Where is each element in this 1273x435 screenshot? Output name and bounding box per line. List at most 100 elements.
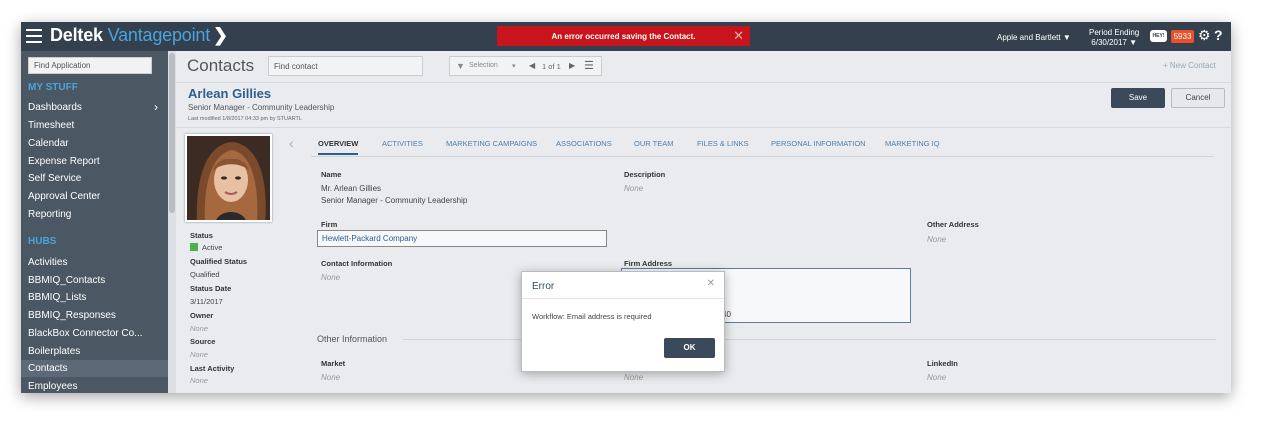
period-selector[interactable]: Period Ending 6/30/2017 ▼ — [1089, 28, 1139, 48]
next-record-icon[interactable]: ▶ — [569, 61, 575, 70]
sidebar-item-self-service[interactable]: Self Service — [21, 170, 168, 187]
source-label: Source — [190, 337, 216, 346]
owner-value: None — [190, 324, 208, 333]
period-label: Period Ending — [1089, 28, 1140, 37]
sidebar-scrollbar[interactable] — [168, 51, 176, 393]
mystuff-heading: MY STUFF — [28, 82, 78, 93]
sidebar-item-contacts[interactable]: Contacts — [21, 360, 168, 377]
other-address-value: None — [927, 235, 947, 244]
hey-chat-icon[interactable]: HEY! — [1150, 30, 1167, 42]
close-icon[interactable]: ✕ — [733, 28, 744, 44]
save-button[interactable]: Save — [1111, 88, 1165, 108]
sidebar-item-bbmiq-responses[interactable]: BBMIQ_Responses — [21, 307, 168, 324]
chevron-right-icon: ❯ — [213, 25, 228, 45]
tab-activities[interactable]: ACTIVITIES — [382, 139, 423, 148]
status-label: Status — [190, 231, 213, 240]
contact-photo-image — [187, 136, 270, 220]
linkedin-value: None — [927, 373, 947, 382]
period-date: 6/30/2017 ▼ — [1091, 38, 1137, 47]
sidebar-item-label: Dashboards — [28, 102, 82, 113]
name-line-2: Senior Manager - Community Leadership — [321, 196, 468, 205]
divider — [176, 127, 1231, 128]
record-page-indicator: 1 of 1 — [542, 62, 561, 71]
tab-files-links[interactable]: FILES & LINKS — [697, 139, 749, 148]
cancel-button[interactable]: Cancel — [1171, 88, 1225, 108]
page-title: Contacts — [187, 56, 255, 75]
market-value: None — [321, 373, 341, 382]
top-bar: Deltek Vantagepoint ❯ An error occurred s… — [21, 22, 1231, 51]
sidebar-item-reporting[interactable]: Reporting — [21, 206, 168, 223]
last-activity-value: None — [190, 376, 208, 385]
find-contact-input[interactable]: Find contact — [268, 56, 423, 76]
contact-title: Senior Manager - Community Leadership — [188, 103, 335, 112]
contact-information-label: Contact Information — [321, 259, 393, 268]
status-value: Active — [190, 243, 222, 252]
other-information-heading: Other Information — [317, 334, 388, 344]
sidebar-item-blackbox-connector[interactable]: BlackBox Connector Co... — [21, 325, 168, 342]
ok-button[interactable]: OK — [664, 338, 715, 358]
sidebar-item-activities[interactable]: Activities — [21, 254, 168, 271]
qualified-status-label: Qualified Status — [190, 257, 248, 266]
find-application-input[interactable]: Find Application — [28, 57, 152, 74]
app-window: Deltek Vantagepoint ❯ An error occurred s… — [21, 22, 1231, 393]
sidebar-item-employees[interactable]: Employees — [21, 378, 168, 393]
dialog-message: Workflow: Email address is required — [532, 312, 652, 321]
sidebar-item-timesheet[interactable]: Timesheet — [21, 117, 168, 134]
hubs-heading: HUBS — [28, 236, 57, 247]
gear-icon[interactable]: ⚙ — [1198, 27, 1211, 44]
chevron-down-icon[interactable]: ▾ — [512, 62, 516, 70]
status-date-label: Status Date — [190, 284, 232, 293]
new-contact-button[interactable]: + New Contact — [1163, 61, 1216, 70]
divider — [176, 82, 1231, 83]
last-activity-label: Last Activity — [190, 364, 235, 373]
new-contact-label: New Contact — [1169, 61, 1216, 70]
help-icon[interactable]: ? — [1214, 27, 1223, 43]
tab-associations[interactable]: ASSOCIATIONS — [556, 139, 612, 148]
tab-personal-information[interactable]: PERSONAL INFORMATION — [771, 139, 866, 148]
owner-label: Owner — [190, 311, 214, 320]
sidebar-item-calendar[interactable]: Calendar — [21, 135, 168, 152]
source-value: None — [190, 350, 208, 359]
linkedin-label: LinkedIn — [927, 359, 958, 368]
error-banner-text: An error occurred saving the Contact. — [551, 31, 696, 41]
scrollbar-thumb[interactable] — [169, 53, 175, 213]
record-toolbar: ▼ Selection ▾ ◀ 1 of 1 ▶ ☰ — [449, 56, 602, 76]
chevron-right-icon: › — [154, 100, 158, 114]
company-selector[interactable]: Apple and Bartlett ▼ — [997, 33, 1071, 42]
chevron-left-icon[interactable]: ‹ — [289, 135, 294, 151]
dialog-divider — [522, 298, 724, 299]
status-value-text: Active — [202, 243, 223, 252]
sidebar-item-approval-center[interactable]: Approval Center — [21, 188, 168, 205]
filter-icon[interactable]: ▼ — [456, 61, 465, 71]
sidebar-item-dashboards[interactable]: Dashboards › — [21, 99, 168, 116]
market-label: Market — [321, 359, 346, 368]
tab-overview[interactable]: OVERVIEW — [318, 139, 359, 155]
firm-address-label: Firm Address — [624, 259, 673, 268]
other-address-label: Other Address — [927, 220, 979, 229]
description-value: None — [624, 184, 644, 193]
tab-marketing-iq[interactable]: MARKETING IQ — [885, 139, 940, 148]
firm-field[interactable]: Hewlett-Packard Company — [317, 230, 607, 247]
dialog-title: Error — [532, 281, 555, 292]
menu-icon[interactable] — [26, 29, 42, 43]
name-label: Name — [321, 170, 342, 179]
contact-photo[interactable] — [185, 134, 272, 222]
tab-our-team[interactable]: OUR TEAM — [634, 139, 673, 148]
notification-count-badge[interactable]: 5933 — [1171, 30, 1194, 43]
status-date-value: 3/11/2017 — [190, 297, 223, 306]
sidebar-item-expense-report[interactable]: Expense Report — [21, 153, 168, 170]
contact-name: Arlean Gillies — [188, 86, 272, 101]
tab-marketing-campaigns[interactable]: MARKETING CAMPAIGNS — [446, 139, 537, 148]
middle-field-value: None — [624, 373, 644, 382]
sidebar-item-bbmiq-contacts[interactable]: BBMIQ_Contacts — [21, 272, 168, 289]
name-line-1: Mr. Arlean Gillies — [321, 184, 382, 193]
app-logo[interactable]: Deltek Vantagepoint ❯ — [50, 25, 228, 46]
sidebar-item-bbmiq-lists[interactable]: BBMIQ_Lists — [21, 289, 168, 306]
list-view-icon[interactable]: ☰ — [584, 59, 594, 72]
sidebar-item-boilerplates[interactable]: Boilerplates — [21, 343, 168, 360]
prev-record-icon[interactable]: ◀ — [529, 61, 535, 70]
error-banner: An error occurred saving the Contact. ✕ — [497, 26, 750, 46]
selection-dropdown[interactable]: Selection — [469, 62, 498, 69]
qualified-status-value: Qualified — [190, 270, 220, 279]
close-icon[interactable]: ✕ — [707, 278, 715, 289]
